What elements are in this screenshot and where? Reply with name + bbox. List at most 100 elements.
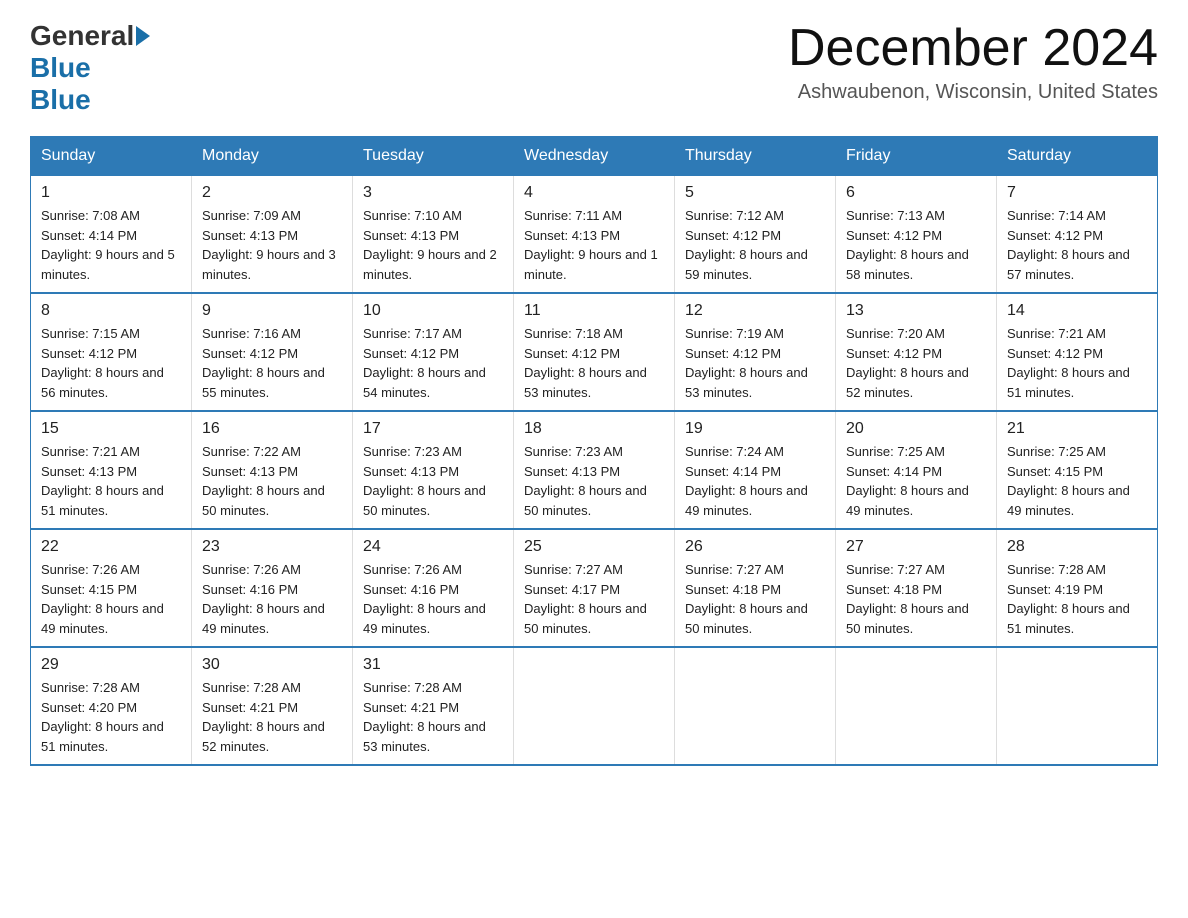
logo-blue-text: Blue xyxy=(30,52,91,83)
day-info: Sunrise: 7:16 AMSunset: 4:12 PMDaylight:… xyxy=(202,324,342,402)
day-info: Sunrise: 7:27 AMSunset: 4:17 PMDaylight:… xyxy=(524,560,664,638)
day-info: Sunrise: 7:28 AMSunset: 4:19 PMDaylight:… xyxy=(1007,560,1147,638)
day-info: Sunrise: 7:20 AMSunset: 4:12 PMDaylight:… xyxy=(846,324,986,402)
table-row: 23Sunrise: 7:26 AMSunset: 4:16 PMDayligh… xyxy=(192,529,353,647)
day-info: Sunrise: 7:12 AMSunset: 4:12 PMDaylight:… xyxy=(685,206,825,284)
day-info: Sunrise: 7:28 AMSunset: 4:21 PMDaylight:… xyxy=(202,678,342,756)
day-info: Sunrise: 7:19 AMSunset: 4:12 PMDaylight:… xyxy=(685,324,825,402)
day-info: Sunrise: 7:18 AMSunset: 4:12 PMDaylight:… xyxy=(524,324,664,402)
day-info: Sunrise: 7:13 AMSunset: 4:12 PMDaylight:… xyxy=(846,206,986,284)
day-number: 17 xyxy=(363,420,503,438)
day-info: Sunrise: 7:22 AMSunset: 4:13 PMDaylight:… xyxy=(202,442,342,520)
col-sunday: Sunday xyxy=(31,137,192,176)
day-info: Sunrise: 7:28 AMSunset: 4:21 PMDaylight:… xyxy=(363,678,503,756)
table-row: 9 Sunrise: 7:16 AMSunset: 4:12 PMDaylight… xyxy=(192,293,353,411)
calendar-week-row: 8Sunrise: 7:15 AMSunset: 4:12 PMDaylight… xyxy=(31,293,1158,411)
day-info: Sunrise: 7:21 AMSunset: 4:12 PMDaylight:… xyxy=(1007,324,1147,402)
table-row: 5 Sunrise: 7:12 AMSunset: 4:12 PMDaylight… xyxy=(675,176,836,294)
calendar-header-row: Sunday Monday Tuesday Wednesday Thursday… xyxy=(31,137,1158,176)
table-row: 13 Sunrise: 7:20 AMSunset: 4:12 PMDayligh… xyxy=(836,293,997,411)
day-info: Sunrise: 7:27 AMSunset: 4:18 PMDaylight:… xyxy=(846,560,986,638)
day-number: 9 xyxy=(202,302,342,320)
day-info: Sunrise: 7:21 AMSunset: 4:13 PMDaylight:… xyxy=(41,442,181,520)
day-info: Sunrise: 7:08 AMSunset: 4:14 PMDaylight:… xyxy=(41,206,181,284)
day-info: Sunrise: 7:25 AMSunset: 4:14 PMDaylight:… xyxy=(846,442,986,520)
table-row xyxy=(836,647,997,765)
col-thursday: Thursday xyxy=(675,137,836,176)
day-number: 15 xyxy=(41,420,181,438)
table-row: 21Sunrise: 7:25 AMSunset: 4:15 PMDayligh… xyxy=(997,411,1158,529)
day-info: Sunrise: 7:15 AMSunset: 4:12 PMDaylight:… xyxy=(41,324,181,402)
table-row: 18 Sunrise: 7:23 AMSunset: 4:13 PMDayligh… xyxy=(514,411,675,529)
day-info: Sunrise: 7:17 AMSunset: 4:12 PMDaylight:… xyxy=(363,324,503,402)
day-info: Sunrise: 7:14 AMSunset: 4:12 PMDaylight:… xyxy=(1007,206,1147,284)
table-row: 14Sunrise: 7:21 AMSunset: 4:12 PMDayligh… xyxy=(997,293,1158,411)
table-row: 24Sunrise: 7:26 AMSunset: 4:16 PMDayligh… xyxy=(353,529,514,647)
day-number: 20 xyxy=(846,420,986,438)
calendar-week-row: 15 Sunrise: 7:21 AMSunset: 4:13 PMDayligh… xyxy=(31,411,1158,529)
calendar-week-row: 29 Sunrise: 7:28 AMSunset: 4:20 PMDayligh… xyxy=(31,647,1158,765)
table-row: 31Sunrise: 7:28 AMSunset: 4:21 PMDayligh… xyxy=(353,647,514,765)
day-number: 7 xyxy=(1007,184,1147,202)
day-info: Sunrise: 7:27 AMSunset: 4:18 PMDaylight:… xyxy=(685,560,825,638)
table-row: 1 Sunrise: 7:08 AMSunset: 4:14 PMDaylight… xyxy=(31,176,192,294)
day-info: Sunrise: 7:23 AMSunset: 4:13 PMDaylight:… xyxy=(524,442,664,520)
table-row: 22Sunrise: 7:26 AMSunset: 4:15 PMDayligh… xyxy=(31,529,192,647)
table-row: 12Sunrise: 7:19 AMSunset: 4:12 PMDayligh… xyxy=(675,293,836,411)
table-row: 19 Sunrise: 7:24 AMSunset: 4:14 PMDayligh… xyxy=(675,411,836,529)
table-row: 16 Sunrise: 7:22 AMSunset: 4:13 PMDayligh… xyxy=(192,411,353,529)
table-row: 20 Sunrise: 7:25 AMSunset: 4:14 PMDayligh… xyxy=(836,411,997,529)
day-number: 28 xyxy=(1007,538,1147,556)
day-info: Sunrise: 7:24 AMSunset: 4:14 PMDaylight:… xyxy=(685,442,825,520)
day-number: 27 xyxy=(846,538,986,556)
col-tuesday: Tuesday xyxy=(353,137,514,176)
day-number: 29 xyxy=(41,656,181,674)
day-number: 18 xyxy=(524,420,664,438)
day-info: Sunrise: 7:26 AMSunset: 4:16 PMDaylight:… xyxy=(202,560,342,638)
table-row xyxy=(997,647,1158,765)
day-number: 4 xyxy=(524,184,664,202)
day-number: 21 xyxy=(1007,420,1147,438)
day-info: Sunrise: 7:11 AMSunset: 4:13 PMDaylight:… xyxy=(524,206,664,284)
day-number: 30 xyxy=(202,656,342,674)
table-row: 8Sunrise: 7:15 AMSunset: 4:12 PMDaylight… xyxy=(31,293,192,411)
day-number: 10 xyxy=(363,302,503,320)
day-number: 19 xyxy=(685,420,825,438)
day-info: Sunrise: 7:28 AMSunset: 4:20 PMDaylight:… xyxy=(41,678,181,756)
day-number: 16 xyxy=(202,420,342,438)
month-year-title: December 2024 xyxy=(788,20,1158,77)
table-row: 17 Sunrise: 7:23 AMSunset: 4:13 PMDayligh… xyxy=(353,411,514,529)
table-row: 29 Sunrise: 7:28 AMSunset: 4:20 PMDayligh… xyxy=(31,647,192,765)
table-row: 11 Sunrise: 7:18 AMSunset: 4:12 PMDayligh… xyxy=(514,293,675,411)
day-info: Sunrise: 7:10 AMSunset: 4:13 PMDaylight:… xyxy=(363,206,503,284)
day-info: Sunrise: 7:26 AMSunset: 4:15 PMDaylight:… xyxy=(41,560,181,638)
day-number: 24 xyxy=(363,538,503,556)
day-number: 25 xyxy=(524,538,664,556)
table-row: 25 Sunrise: 7:27 AMSunset: 4:17 PMDayligh… xyxy=(514,529,675,647)
table-row: 2Sunrise: 7:09 AMSunset: 4:13 PMDaylight… xyxy=(192,176,353,294)
day-number: 5 xyxy=(685,184,825,202)
col-wednesday: Wednesday xyxy=(514,137,675,176)
calendar-table: Sunday Monday Tuesday Wednesday Thursday… xyxy=(30,136,1158,766)
col-friday: Friday xyxy=(836,137,997,176)
table-row xyxy=(675,647,836,765)
col-saturday: Saturday xyxy=(997,137,1158,176)
location-subtitle: Ashwaubenon, Wisconsin, United States xyxy=(788,81,1158,104)
col-monday: Monday xyxy=(192,137,353,176)
table-row: 6Sunrise: 7:13 AMSunset: 4:12 PMDaylight… xyxy=(836,176,997,294)
day-number: 3 xyxy=(363,184,503,202)
logo-general-text: General xyxy=(30,20,134,52)
day-number: 1 xyxy=(41,184,181,202)
day-number: 13 xyxy=(846,302,986,320)
logo: General Blue Blue xyxy=(30,20,152,116)
calendar-week-row: 22Sunrise: 7:26 AMSunset: 4:15 PMDayligh… xyxy=(31,529,1158,647)
day-info: Sunrise: 7:23 AMSunset: 4:13 PMDaylight:… xyxy=(363,442,503,520)
title-section: December 2024 Ashwaubenon, Wisconsin, Un… xyxy=(788,20,1158,104)
day-number: 11 xyxy=(524,302,664,320)
logo-arrow-icon xyxy=(136,26,150,46)
table-row: 26Sunrise: 7:27 AMSunset: 4:18 PMDayligh… xyxy=(675,529,836,647)
table-row: 4 Sunrise: 7:11 AMSunset: 4:13 PMDaylight… xyxy=(514,176,675,294)
day-info: Sunrise: 7:09 AMSunset: 4:13 PMDaylight:… xyxy=(202,206,342,284)
logo-blue-text: Blue xyxy=(30,84,91,115)
page-header: General Blue Blue December 2024 Ashwaube… xyxy=(30,20,1158,116)
